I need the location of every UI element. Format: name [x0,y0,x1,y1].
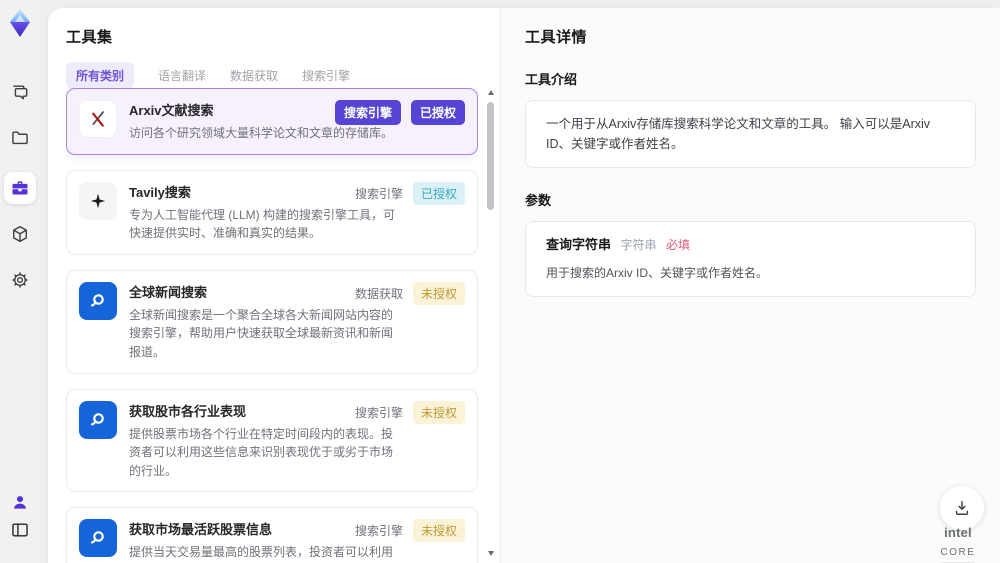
sidebar-toggle-icon[interactable] [10,520,30,540]
nav-toolbox-icon[interactable] [10,178,30,198]
category-label: 数据获取 [354,286,403,301]
tab-search-engine[interactable]: 搜索引擎 [302,67,350,84]
arxiv-logo-icon [79,100,117,138]
param-description: 用于搜索的Arxiv ID、关键字或作者姓名。 [546,265,769,280]
core-logo-text: CORE [940,547,976,558]
param-type: 字符串 [620,238,657,252]
nav-cube-icon[interactable] [10,224,30,244]
category-label: 搜索引擎 [354,524,403,539]
scrollbar-thumb[interactable] [487,102,494,210]
tool-description: 全球新闻搜索是一个聚合全球各大新闻网站内容的搜索引擎，帮助用户快速获取全球最新资… [129,307,394,359]
tool-description: 访问各个研究领域大量科学论文和文章的存储库。 [129,126,394,140]
scroll-down-arrow-icon[interactable] [488,551,494,556]
detail-title: 工具详情 [525,29,588,46]
intro-heading: 工具介绍 [525,72,578,87]
status-badge: 未授权 [412,400,465,424]
nav-folder-icon[interactable] [10,128,30,148]
param-box: 查询字符串 字符串 必填 用于搜索的Arxiv ID、关键字或作者姓名。 [525,221,976,297]
category-tabs: 所有类别 语言翻译 数据获取 搜索引擎 [66,62,350,89]
intel-logo-text: intel [944,525,972,540]
category-label: 搜索引擎 [354,186,403,201]
tool-card-global-news[interactable]: 全球新闻搜索 全球新闻搜索是一个聚合全球各大新闻网站内容的搜索引擎，帮助用户快速… [66,269,478,374]
intel-core-logo: intel CORE [928,524,988,563]
app-rail [0,0,40,563]
nav-settings-gear-icon[interactable] [10,270,30,290]
tool-card-arxiv[interactable]: Arxiv文献搜索 访问各个研究领域大量科学论文和文章的存储库。 搜索引擎 已授… [66,88,478,155]
intro-text: 一个用于从Arxiv存储库搜索科学论文和文章的工具。 输入可以是Arxiv ID… [546,117,931,151]
param-required-label: 必填 [666,238,691,252]
category-label: 搜索引擎 [354,405,403,420]
category-badge: 搜索引擎 [334,100,401,125]
param-name: 查询字符串 [546,237,612,252]
sparkle-icon [79,181,117,220]
main-panel: 工具集 所有类别 语言翻译 数据获取 搜索引擎 Arxiv文献搜索 访问各个研究… [48,8,1000,563]
download-icon [955,501,969,515]
tools-list-panel: 工具集 所有类别 语言翻译 数据获取 搜索引擎 Arxiv文献搜索 访问各个研究… [48,8,500,563]
tool-card-list: Arxiv文献搜索 访问各个研究领域大量科学论文和文章的存储库。 搜索引擎 已授… [66,88,478,563]
intro-box: 一个用于从Arxiv存储库搜索科学论文和文章的工具。 输入可以是Arxiv ID… [525,100,976,168]
status-badge: 未授权 [412,281,465,305]
tool-card-tavily[interactable]: Tavily搜索 专为人工智能代理 (LLM) 构建的搜索引擎工具，可快速提供实… [66,169,478,255]
news-search-logo-icon [79,281,117,320]
tool-description: 提供当天交易量最高的股票列表，投资者可以利用这些信息来识别流动性强的股票和潜在的… [129,545,394,560]
stock-search-logo-icon [79,400,117,439]
tab-data-fetch[interactable]: 数据获取 [230,67,278,84]
tab-language-translation[interactable]: 语言翻译 [158,67,206,84]
status-badge: 未授权 [412,519,465,543]
params-heading: 参数 [525,193,552,208]
app-logo-icon [6,8,34,38]
status-badge: 已授权 [410,100,465,125]
page-title: 工具集 [66,29,113,46]
tool-card-active-stocks[interactable]: 获取市场最活跃股票信息 提供当天交易量最高的股票列表，投资者可以利用这些信息来识… [66,507,478,563]
tab-all-categories[interactable]: 所有类别 [66,62,135,89]
tool-detail-panel: 工具详情 工具介绍 一个用于从Arxiv存储库搜索科学论文和文章的工具。 输入可… [500,8,1000,563]
nav-chat-icon[interactable] [10,82,30,102]
stock-search-logo-icon [79,519,117,558]
tool-card-sector-performance[interactable]: 获取股市各行业表现 提供股票市场各个行业在特定时间段内的表现。投资者可以利用这些… [66,388,478,493]
user-avatar-icon[interactable] [10,492,30,512]
tool-description: 专为人工智能代理 (LLM) 构建的搜索引擎工具，可快速提供实时、准确和真实的结… [129,207,396,241]
list-scrollbar[interactable] [486,88,496,558]
status-badge: 已授权 [412,181,465,205]
scroll-up-arrow-icon[interactable] [488,90,494,95]
tool-description: 提供股票市场各个行业在特定时间段内的表现。投资者可以利用这些信息来识别表现优于或… [129,426,394,478]
